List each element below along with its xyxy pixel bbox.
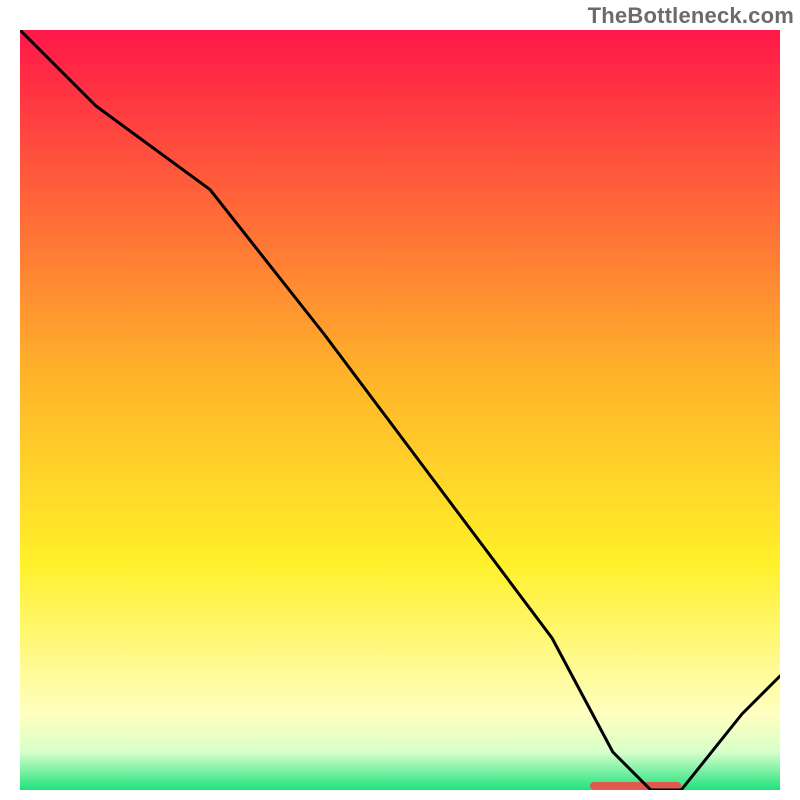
- watermark-label: TheBottleneck.com: [588, 3, 794, 29]
- gradient-background: [20, 30, 780, 790]
- heatmap-line-chart: [20, 30, 780, 790]
- chart-stage: TheBottleneck.com: [0, 0, 800, 800]
- plot-area: [20, 30, 780, 790]
